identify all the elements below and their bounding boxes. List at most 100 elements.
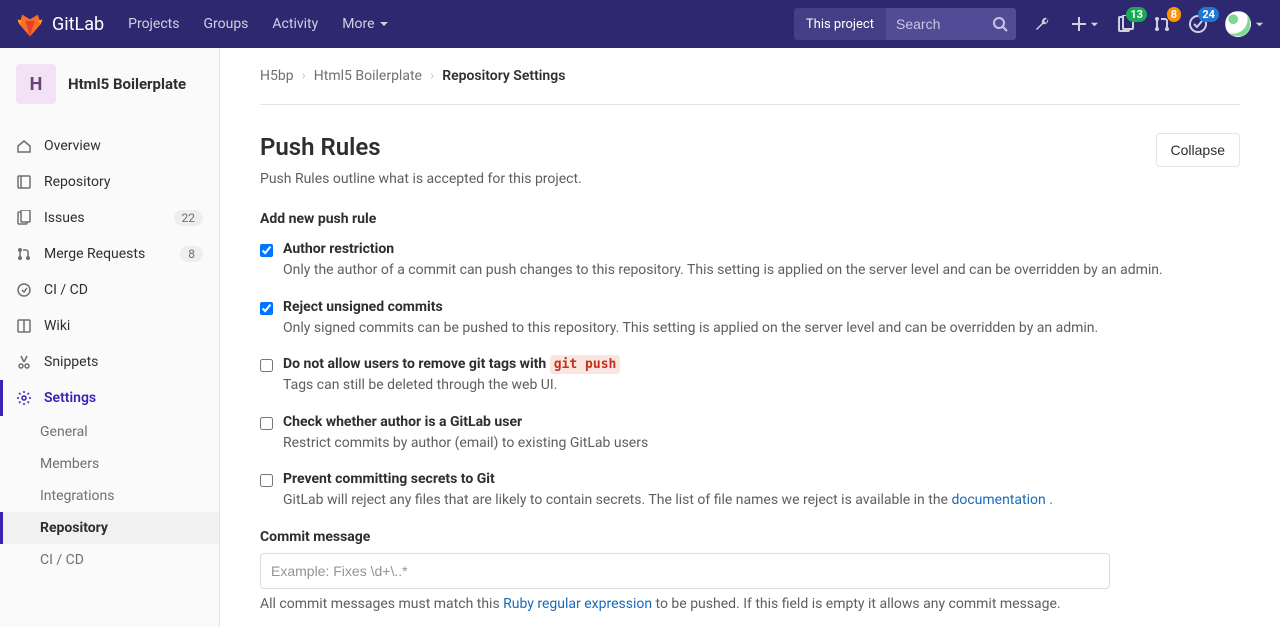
rule-desc: Only signed commits can be pushed to thi… <box>283 319 1098 339</box>
section-title: Push Rules <box>260 133 582 161</box>
sidebar-sub-ci-cd[interactable]: CI / CD <box>0 544 219 576</box>
sidebar-item-merge-requests[interactable]: Merge Requests 8 <box>0 236 219 272</box>
code-git-push: git push <box>550 355 621 374</box>
rule-title: Reject unsigned commits <box>283 299 1098 315</box>
sidebar-item-wiki[interactable]: Wiki <box>0 308 219 344</box>
sidebar-item-issues[interactable]: Issues 22 <box>0 200 219 236</box>
breadcrumb-0[interactable]: H5bp <box>260 68 294 84</box>
rule-desc: Tags can still be deleted through the we… <box>283 376 620 396</box>
todos-counter[interactable]: 24 <box>1189 15 1207 33</box>
sidebar-item-label: Settings <box>44 390 96 406</box>
sidebar-sub-members[interactable]: Members <box>0 448 219 480</box>
rule-checkbox-1[interactable] <box>260 302 273 315</box>
wiki-icon <box>16 318 32 334</box>
push-rule: Author restriction Only the author of a … <box>260 241 1240 281</box>
rule-desc: Restrict commits by author (email) to ex… <box>283 434 648 454</box>
avatar <box>1225 11 1251 37</box>
sidebar-item-label: Overview <box>44 138 101 154</box>
sidebar-item-repository[interactable]: Repository <box>0 164 219 200</box>
chevron-down-icon <box>1090 20 1099 29</box>
search-group: This project <box>794 8 1016 40</box>
cicd-icon <box>16 282 32 298</box>
new-dropdown-button[interactable] <box>1070 15 1099 33</box>
sidebar-badge: 22 <box>174 210 204 226</box>
nav-more[interactable]: More <box>342 16 388 32</box>
breadcrumb-1[interactable]: Html5 Boilerplate <box>314 68 422 84</box>
commit-message-input[interactable] <box>260 553 1110 589</box>
commit-message-help: All commit messages must match this Ruby… <box>260 595 1110 615</box>
search-icon <box>992 16 1008 32</box>
main-content: H5bp › Html5 Boilerplate › Repository Se… <box>220 48 1280 627</box>
rule-checkbox-3[interactable] <box>260 417 273 430</box>
push-rule: Prevent committing secrets to Git GitLab… <box>260 471 1240 511</box>
sidebar-item-settings[interactable]: Settings <box>0 380 219 416</box>
sidebar-item-snippets[interactable]: Snippets <box>0 344 219 380</box>
snippets-icon <box>16 354 32 370</box>
admin-wrench-button[interactable] <box>1034 15 1052 33</box>
settings-icon <box>16 390 32 406</box>
plus-icon <box>1070 15 1088 33</box>
collapse-button[interactable]: Collapse <box>1156 133 1240 167</box>
nav-activity[interactable]: Activity <box>272 16 318 32</box>
home-icon <box>16 138 32 154</box>
project-header[interactable]: H Html5 Boilerplate <box>0 48 219 120</box>
sidebar-sub-integrations[interactable]: Integrations <box>0 480 219 512</box>
sidebar-item-label: Issues <box>44 210 85 226</box>
brand-name[interactable]: GitLab <box>52 14 104 35</box>
issues-icon <box>16 210 32 226</box>
sidebar-item-ci-cd[interactable]: CI / CD <box>0 272 219 308</box>
user-menu[interactable] <box>1225 11 1264 37</box>
sidebar-item-label: CI / CD <box>44 282 88 298</box>
top-nav: GitLab Projects Groups Activity More Thi… <box>0 0 1280 48</box>
rule-desc: GitLab will reject any files that are li… <box>283 491 1053 511</box>
add-rule-label: Add new push rule <box>260 211 1240 227</box>
rule-title: Prevent committing secrets to Git <box>283 471 1053 487</box>
nav-projects[interactable]: Projects <box>128 16 179 32</box>
nav-groups[interactable]: Groups <box>203 16 248 32</box>
issues-counter[interactable]: 13 <box>1117 15 1135 33</box>
project-name: Html5 Boilerplate <box>68 75 186 93</box>
nav-links: Projects Groups Activity More <box>128 16 388 32</box>
breadcrumb-sep: › <box>302 68 306 84</box>
todos-badge: 24 <box>1198 7 1219 22</box>
mr-icon <box>16 246 32 262</box>
rule-title: Author restriction <box>283 241 1163 257</box>
push-rule: Reject unsigned commits Only signed comm… <box>260 299 1240 339</box>
search-scope[interactable]: This project <box>794 8 886 40</box>
ruby-regex-link[interactable]: Ruby regular expression <box>503 596 652 612</box>
rule-checkbox-2[interactable] <box>260 359 273 372</box>
gitlab-logo-icon <box>16 10 44 38</box>
sidebar-sub-general[interactable]: General <box>0 416 219 448</box>
chevron-down-icon <box>379 19 389 29</box>
top-icons: 13 8 24 <box>1034 11 1264 37</box>
nav-more-label: More <box>342 16 374 32</box>
sidebar: H Html5 Boilerplate Overview Repository Is… <box>0 48 220 627</box>
rule-checkbox-4[interactable] <box>260 474 273 487</box>
commit-message-label: Commit message <box>260 529 1240 545</box>
breadcrumbs: H5bp › Html5 Boilerplate › Repository Se… <box>260 48 1240 105</box>
breadcrumb-2[interactable]: Repository Settings <box>442 68 565 84</box>
breadcrumb-sep: › <box>430 68 434 84</box>
push-rule: Do not allow users to remove git tags wi… <box>260 356 1240 396</box>
sidebar-item-label: Repository <box>44 174 110 190</box>
wrench-icon <box>1034 15 1052 33</box>
documentation-link[interactable]: documentation <box>951 492 1045 508</box>
sidebar-item-label: Snippets <box>44 354 98 370</box>
section-desc: Push Rules outline what is accepted for … <box>260 171 582 187</box>
chevron-down-icon <box>1255 20 1264 29</box>
sidebar-badge: 8 <box>180 246 203 262</box>
issues-badge: 13 <box>1126 7 1147 22</box>
mr-counter[interactable]: 8 <box>1153 15 1171 33</box>
repo-icon <box>16 174 32 190</box>
sidebar-item-label: Wiki <box>44 318 70 334</box>
project-avatar: H <box>16 64 56 104</box>
rule-title: Check whether author is a GitLab user <box>283 414 648 430</box>
mr-badge: 8 <box>1167 7 1181 22</box>
push-rule: Check whether author is a GitLab user Re… <box>260 414 1240 454</box>
sidebar-item-label: Merge Requests <box>44 246 145 262</box>
rule-desc: Only the author of a commit can push cha… <box>283 261 1163 281</box>
rule-checkbox-0[interactable] <box>260 244 273 257</box>
sidebar-item-overview[interactable]: Overview <box>0 128 219 164</box>
sidebar-sub-repository[interactable]: Repository <box>0 512 219 544</box>
rule-title: Do not allow users to remove git tags wi… <box>283 356 620 372</box>
